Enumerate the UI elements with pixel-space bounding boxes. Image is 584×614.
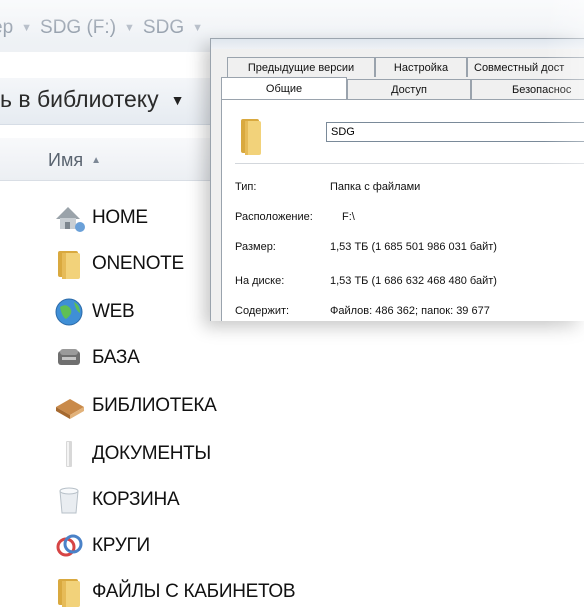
column-header-name-label: Имя [48, 150, 84, 170]
breadcrumb-chevron-icon[interactable]: ▼ [21, 22, 32, 34]
list-item[interactable]: КРУГИ [52, 528, 150, 564]
tab-label: Предыдущие версии [247, 61, 355, 74]
property-value: 1,53 ТБ (1 685 501 986 031 байт) [330, 241, 497, 253]
breadcrumb: ер ▼ SDG (F:) ▼ SDG ▼ [0, 16, 203, 40]
globe-icon [52, 295, 88, 329]
property-size: Размер: 1,53 ТБ (1 685 501 986 031 байт) [235, 241, 575, 257]
list-item-label: WEB [92, 301, 135, 322]
breadcrumb-item-drive[interactable]: SDG (F:) [40, 17, 116, 39]
properties-dialog: Предыдущие версии Настройка Совместный д… [210, 38, 584, 321]
property-label: Расположение: [235, 211, 313, 223]
folder-icon [52, 247, 88, 281]
property-value: 1,53 ТБ (1 686 632 468 480 байт) [330, 275, 497, 287]
divider [235, 163, 584, 164]
property-label: На диске: [235, 275, 285, 287]
property-location: Расположение: F:\ [235, 211, 575, 227]
breadcrumb-chevron-icon[interactable]: ▼ [192, 22, 203, 34]
tab-label: Доступ [391, 83, 427, 96]
books-icon [52, 389, 88, 423]
home-network-icon [52, 201, 88, 235]
list-item-label: ДОКУМЕНТЫ [92, 443, 211, 464]
list-item[interactable]: БАЗА [52, 340, 140, 376]
folder-name-field[interactable] [326, 122, 584, 142]
tab-access[interactable]: Доступ [347, 79, 471, 99]
include-in-library-button[interactable]: ь в библиотеку ▼ [0, 86, 184, 113]
list-item[interactable]: HOME [52, 200, 148, 236]
list-item[interactable]: КОРЗИНА [52, 482, 180, 518]
list-item-label: ONENOTE [92, 253, 184, 274]
tab-label: Общие [265, 83, 303, 95]
breadcrumb-chevron-icon[interactable]: ▼ [124, 22, 135, 34]
tab-customize[interactable]: Настройка [375, 57, 467, 77]
list-item[interactable]: ONENOTE [52, 246, 184, 282]
tab-label: Безопаснос [512, 83, 572, 96]
property-value: F:\ [342, 211, 355, 223]
include-in-library-label: ь в библиотеку [0, 86, 159, 112]
dropdown-arrow-icon: ▼ [170, 91, 185, 108]
tab-general[interactable]: Общие [221, 77, 347, 100]
property-type: Тип: Папка с файлами [235, 181, 575, 197]
list-item[interactable]: WEB [52, 294, 135, 330]
list-item[interactable]: БИБЛИОТЕКА [52, 388, 217, 424]
list-item-label: БИБЛИОТЕКА [92, 395, 217, 416]
property-size-on-disk: На диске: 1,53 ТБ (1 686 632 468 480 бай… [235, 275, 575, 291]
breadcrumb-item-folder[interactable]: SDG [143, 17, 184, 39]
tab-security[interactable]: Безопаснос [471, 79, 584, 99]
list-item-label: КРУГИ [92, 535, 150, 556]
property-value: Файлов: 486 362; папок: 39 677 [330, 305, 490, 317]
list-item-label: ФАЙЛЫ С КАБИНЕТОВ [92, 581, 296, 602]
database-icon [52, 341, 88, 375]
property-value: Папка с файлами [330, 181, 421, 193]
list-item-label: КОРЗИНА [92, 489, 180, 510]
property-contains: Содержит: Файлов: 486 362; папок: 39 677 [235, 305, 575, 321]
list-item-label: HOME [92, 207, 148, 228]
breadcrumb-item-computer[interactable]: ер [0, 17, 13, 39]
tab-sharing[interactable]: Совместный дост [467, 57, 584, 77]
folder-icon [235, 117, 271, 162]
column-header-name[interactable]: Имя ▲ [48, 150, 101, 171]
property-label: Содержит: [235, 305, 290, 317]
tab-previous-versions[interactable]: Предыдущие версии [227, 57, 375, 77]
property-label: Размер: [235, 241, 276, 253]
list-item-label: БАЗА [92, 347, 140, 368]
list-item[interactable]: ДОКУМЕНТЫ [52, 436, 211, 472]
property-label: Тип: [235, 181, 257, 193]
tab-label: Совместный дост [474, 61, 565, 74]
circles-icon [52, 529, 88, 563]
folder-icon [52, 575, 88, 609]
document-icon [52, 437, 88, 471]
recycle-bin-icon [52, 483, 88, 517]
sort-ascending-icon: ▲ [91, 155, 101, 166]
tab-label: Настройка [393, 61, 449, 74]
list-item[interactable]: ФАЙЛЫ С КАБИНЕТОВ [52, 574, 296, 610]
dialog-title-strip [211, 39, 584, 49]
